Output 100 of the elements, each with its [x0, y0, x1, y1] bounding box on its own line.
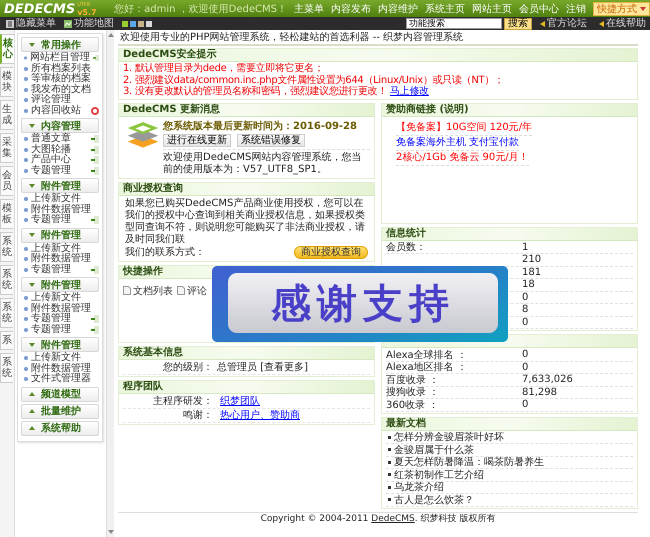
menu-group-header[interactable]: 附件管理 — [21, 178, 99, 193]
add-icon[interactable] — [91, 266, 99, 274]
nav-link[interactable]: 系统主页 — [425, 2, 465, 16]
add-icon[interactable] — [91, 216, 99, 224]
side-tab[interactable]: 核心 — [0, 34, 14, 64]
menu-item[interactable]: 上传新文件 — [31, 353, 81, 364]
add-icon[interactable] — [91, 315, 99, 324]
caret-icon — [29, 124, 35, 128]
scroll-up-icon[interactable] — [108, 33, 114, 37]
nav-link[interactable]: 主菜单 — [294, 2, 324, 16]
side-tab[interactable]: 生成 — [0, 100, 13, 130]
panel-header: DedeCMS 更新消息 — [119, 104, 374, 116]
article-link[interactable]: 金骏眉属于什么茶 — [394, 442, 474, 457]
side-tab[interactable]: 模块 — [0, 67, 13, 97]
menu-item[interactable]: 上传新文件 — [31, 244, 81, 254]
article-link[interactable]: 古人是怎么饮茶？ — [394, 492, 474, 507]
toolbar-link[interactable]: 官方论坛 — [540, 18, 587, 30]
caret-icon — [640, 6, 646, 10]
menu-item[interactable]: 上传新文件 — [31, 194, 81, 204]
menu-item[interactable]: 产品中心 — [31, 155, 71, 166]
menu-item[interactable]: 评论管理 — [31, 95, 71, 106]
menu-item[interactable]: 大图轮播 — [31, 144, 71, 155]
menu-item[interactable]: 专题管理 — [31, 324, 71, 335]
side-tab[interactable]: 模板 — [0, 199, 13, 229]
nav-link[interactable]: 内容发布 — [331, 2, 371, 16]
side-tab[interactable]: 系统 — [0, 232, 13, 262]
menu-group-header[interactable]: 内容管理 — [21, 118, 99, 133]
side-tab[interactable]: 系统 — [0, 265, 13, 295]
article-link[interactable]: 红茶初制作工艺介绍 — [394, 468, 484, 482]
menu-group-header[interactable]: 系统帮助 — [21, 420, 99, 436]
update-button[interactable]: 进行在线更新 — [163, 134, 231, 146]
document-icon — [177, 286, 185, 295]
menu-item[interactable]: 上传新文件 — [31, 293, 81, 304]
delete-icon[interactable] — [91, 106, 99, 115]
nav-link[interactable]: 内容维护 — [378, 2, 418, 16]
menu-item[interactable]: 附件数据管理 — [31, 364, 91, 374]
shortcut-dropdown[interactable]: 快捷方式 — [593, 2, 650, 16]
menu-item[interactable]: 内容回收站 — [31, 106, 81, 116]
add-icon[interactable] — [91, 135, 99, 144]
menu-item[interactable]: 专题管理 — [31, 166, 71, 176]
menu-item[interactable]: 专题管理 — [31, 314, 71, 324]
update-button[interactable]: 系统错误修复 — [237, 134, 305, 146]
quick-link[interactable]: 评论 — [177, 284, 207, 298]
menu-item[interactable]: 附件数据管理 — [31, 304, 91, 314]
menu-group-header[interactable]: 附件管理 — [21, 228, 99, 242]
side-tab[interactable]: 系 — [0, 331, 13, 350]
menu-item[interactable]: 附件数据管理 — [31, 254, 91, 264]
brand-link[interactable]: DedeCMS — [371, 514, 415, 524]
menu-item[interactable]: 所有档案列表 — [31, 64, 91, 74]
menu-item[interactable]: 附件数据管理 — [31, 204, 91, 215]
menu-group-header[interactable]: 附件管理 — [21, 337, 99, 352]
stat-label: 会员数： — [386, 242, 426, 254]
nav-link[interactable]: 注销 — [566, 2, 586, 16]
theme-swatch[interactable] — [130, 20, 136, 26]
search-button[interactable]: 搜索 — [504, 18, 532, 30]
menu-group-header[interactable]: 批量维护 — [21, 404, 99, 418]
side-tab[interactable]: 系统 — [0, 298, 13, 328]
license-query-button[interactable]: 商业授权查询 — [294, 246, 368, 258]
menu-item[interactable]: 网站栏目管理 — [30, 53, 90, 64]
add-icon[interactable] — [91, 156, 99, 164]
site-map-link[interactable]: 功能地图 — [64, 18, 114, 30]
add-icon[interactable] — [93, 54, 99, 62]
quick-link[interactable]: 文档列表 — [123, 284, 173, 298]
scrollbar[interactable] — [106, 30, 114, 537]
theme-swatch[interactable] — [138, 20, 144, 26]
toolbar-link[interactable]: 在线帮助 — [599, 18, 646, 30]
panel-header: 信息统计 — [382, 228, 637, 240]
add-icon[interactable] — [91, 146, 99, 154]
nav-link[interactable]: 网站主页 — [472, 2, 512, 16]
menu-item[interactable]: 专题管理 — [31, 215, 71, 226]
menu-item[interactable]: 等审核的档案 — [31, 74, 91, 84]
side-tab[interactable]: 采集 — [0, 133, 13, 163]
menu-group-header[interactable]: 附件管理 — [21, 277, 99, 292]
stat-value: 210 — [522, 254, 542, 266]
theme-swatch[interactable] — [122, 20, 128, 26]
add-icon[interactable] — [91, 326, 99, 334]
menu-item[interactable]: 文件式管理器 — [31, 374, 91, 384]
menu-item[interactable]: 普通文章 — [31, 134, 71, 144]
menu-group-header[interactable]: 频道模型 — [21, 386, 99, 402]
hide-menu-link[interactable]: 隐藏菜单 — [6, 18, 56, 30]
theme-swatch[interactable] — [146, 20, 152, 26]
nav-link[interactable]: 会员中心 — [519, 2, 559, 16]
sponsor-link[interactable]: 【免备案】10G空间 120元/年 — [396, 120, 532, 136]
side-tab[interactable]: 会员 — [0, 166, 13, 196]
change-link[interactable]: 马上修改 — [390, 86, 429, 97]
add-icon[interactable] — [91, 166, 99, 175]
article-link[interactable]: 乌龙茶介绍 — [394, 480, 444, 494]
bullet-icon — [24, 56, 27, 60]
panel-header: DedeCMS安全提示 — [119, 49, 637, 62]
article-link[interactable]: 怎样分辨金骏眉茶叶好坏 — [394, 430, 504, 444]
side-tab[interactable]: 系统 — [0, 353, 13, 383]
scroll-down-icon[interactable] — [108, 530, 114, 534]
sponsor-link[interactable]: 免备案海外主机 支付宝付款 — [396, 136, 520, 150]
sponsor-link[interactable]: 2核心/1Gb 免备云 90元/月！ — [396, 150, 529, 166]
team-link[interactable]: 织梦团队 — [220, 394, 260, 408]
menu-item[interactable]: 专题管理 — [31, 264, 71, 275]
article-link[interactable]: 夏天怎样防暑降温：喝茶防暑养生 — [394, 455, 544, 470]
menu-group-header[interactable]: 常用操作 — [21, 37, 99, 52]
menu-item[interactable]: 我发布的文档 — [31, 84, 91, 95]
team-link[interactable]: 热心用户、赞助商 — [220, 408, 300, 422]
